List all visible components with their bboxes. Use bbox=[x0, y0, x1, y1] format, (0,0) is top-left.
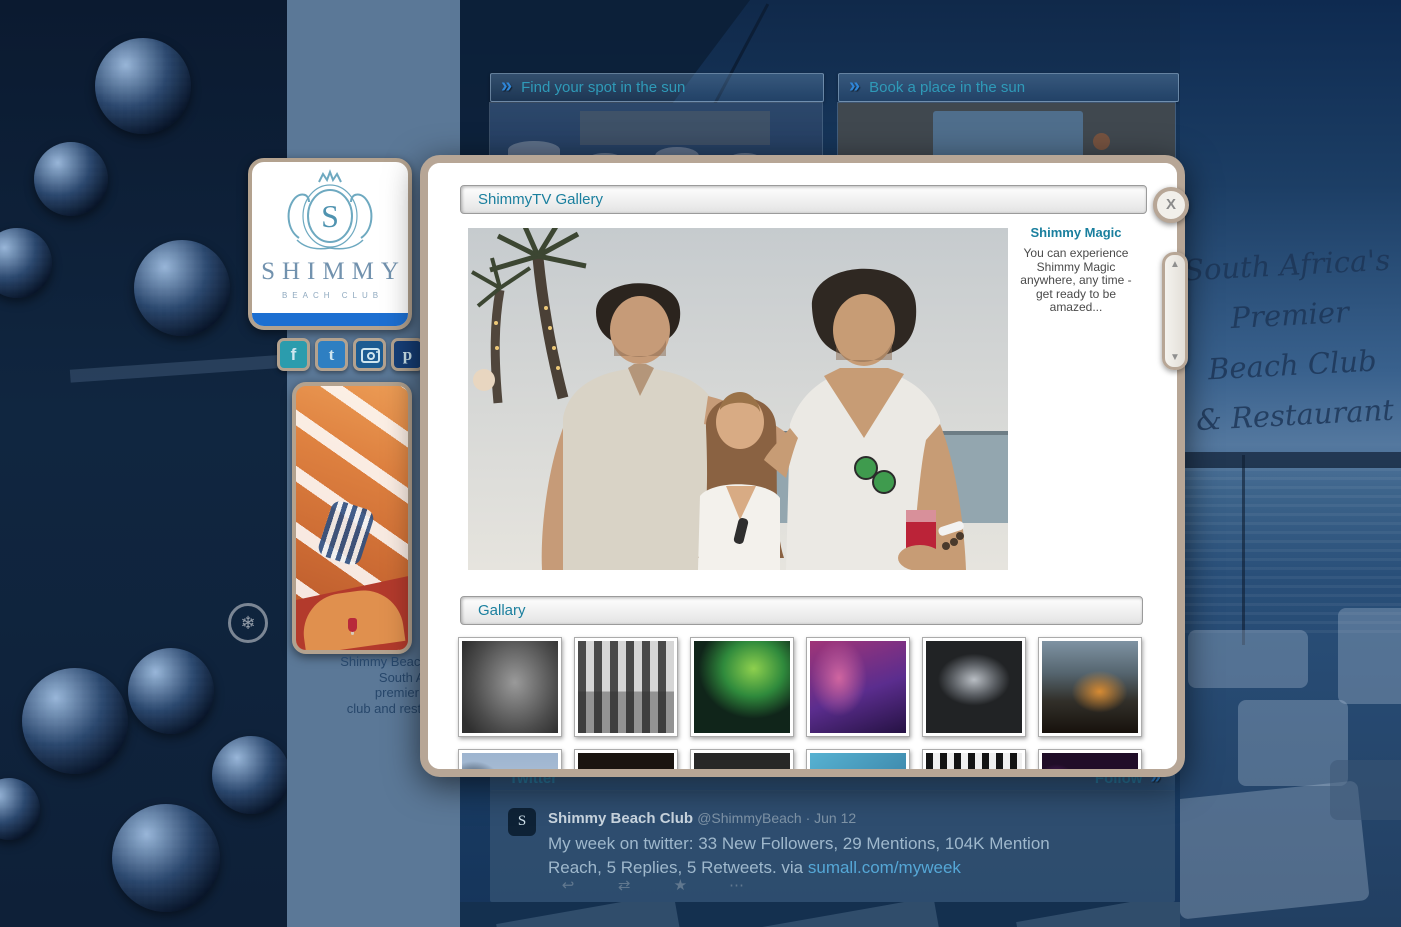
tweet-text: My week on twitter: 33 New Followers, 29… bbox=[548, 832, 1148, 880]
shimmy-logo-card[interactable]: S SHIMMY BEACH CLUB bbox=[248, 158, 412, 330]
tweet-line2: Reach, 5 Replies, 5 Retweets. via bbox=[548, 858, 808, 877]
tagline-handwriting: South Africa's Premier Beach Club & Rest… bbox=[1180, 235, 1401, 446]
gallery-title: Gallary bbox=[478, 602, 526, 619]
ottoman bbox=[1330, 760, 1401, 820]
tweet-handle[interactable]: @ShimmyBeach · Jun 12 bbox=[697, 810, 856, 826]
gallery-thumb-dark-crowd[interactable] bbox=[574, 749, 678, 769]
shimmy-beach-club-page: ❄ » Find your spot in the sun » Book a p… bbox=[0, 0, 1401, 927]
background-sea-photo bbox=[1180, 0, 1401, 927]
wine-glass bbox=[348, 618, 357, 632]
orange-umbrella bbox=[1093, 133, 1110, 150]
gallery-thumb-bw-catwalk[interactable] bbox=[458, 637, 562, 737]
scroll-down-icon[interactable]: ▼ bbox=[1165, 352, 1185, 363]
retweet-icon[interactable]: ⇄ bbox=[598, 876, 650, 894]
gallery-thumb-bw-night[interactable] bbox=[690, 749, 794, 769]
panel-label: Find your spot in the sun bbox=[521, 79, 685, 96]
svg-text:S: S bbox=[321, 198, 339, 234]
gallery-thumb-champagne-bucket[interactable] bbox=[922, 637, 1026, 737]
gallery-thumb-fashion-show[interactable] bbox=[806, 637, 910, 737]
more-icon[interactable]: ⋯ bbox=[711, 876, 763, 894]
lounge-sofa bbox=[1188, 630, 1308, 688]
shimmy-crest: S bbox=[275, 168, 385, 256]
disco-ball bbox=[112, 804, 220, 912]
tweet-separator: · bbox=[806, 810, 811, 826]
tweet-actions: ↩ ⇄ ★ ⋯ bbox=[542, 876, 763, 894]
bottom-photo-strip bbox=[460, 902, 1180, 927]
brand-name: SHIMMY bbox=[252, 258, 408, 286]
panel-header-book-a-place[interactable]: » Book a place in the sun bbox=[838, 73, 1179, 102]
modal-title-bar: ShimmyTV Gallery bbox=[460, 185, 1147, 214]
disco-ball bbox=[0, 778, 40, 840]
gallery-thumb-bw-stripes[interactable] bbox=[922, 749, 1026, 769]
gallery-thumb-sky-palm[interactable] bbox=[458, 749, 562, 769]
gallery-thumb-venue-dusk[interactable] bbox=[1038, 637, 1142, 737]
tweet-author[interactable]: Shimmy Beach Club @ShimmyBeach · Jun 12 bbox=[548, 810, 856, 827]
modal-scrollbar[interactable]: ▲ ▼ bbox=[1162, 252, 1188, 370]
modal-content: ShimmyTV Gallery bbox=[428, 163, 1177, 769]
tweet-avatar[interactable]: S bbox=[508, 808, 536, 836]
panel-label: Book a place in the sun bbox=[869, 79, 1025, 96]
scroll-up-icon[interactable]: ▲ bbox=[1165, 259, 1185, 270]
reply-icon[interactable]: ↩ bbox=[542, 876, 594, 894]
snowflake-icon: ❄ bbox=[228, 603, 268, 643]
gallery-title-bar: Gallary bbox=[460, 596, 1143, 625]
disco-ball bbox=[22, 668, 128, 774]
aside-body: You can experience Shimmy Magic anywhere… bbox=[1020, 247, 1132, 315]
aside-title: Shimmy Magic bbox=[1020, 225, 1132, 240]
panel-header-find-your-spot[interactable]: » Find your spot in the sun bbox=[490, 73, 824, 102]
sidebar-photo-sunbathers[interactable] bbox=[292, 382, 412, 654]
tweet-handle-text[interactable]: @ShimmyBeach bbox=[697, 810, 801, 826]
tweet-link[interactable]: sumall.com/myweek bbox=[808, 858, 961, 877]
social-icons: f t p bbox=[277, 338, 429, 371]
disco-ball bbox=[0, 228, 52, 298]
gallery-thumb-purple-night[interactable] bbox=[1038, 749, 1142, 769]
club-building bbox=[580, 111, 770, 145]
shimmytv-gallery-modal: X ▲ ▼ ShimmyTV Gallery bbox=[420, 155, 1185, 777]
instagram-icon[interactable] bbox=[353, 338, 386, 371]
close-button[interactable]: X bbox=[1153, 187, 1189, 223]
chevron-icon: » bbox=[849, 75, 860, 98]
facebook-icon[interactable]: f bbox=[277, 338, 310, 371]
railing bbox=[70, 354, 287, 382]
tweet-line1: My week on twitter: 33 New Followers, 29… bbox=[548, 834, 1050, 853]
background-club-photo: ❄ bbox=[0, 0, 287, 927]
tweet-author-name[interactable]: Shimmy Beach Club bbox=[548, 810, 693, 827]
gallery-thumb-teal-portrait[interactable] bbox=[806, 749, 910, 769]
gallery-thumb-striped-bar[interactable] bbox=[574, 637, 678, 737]
tweet-card: S Shimmy Beach Club @ShimmyBeach · Jun 1… bbox=[490, 790, 1175, 902]
camera-glyph bbox=[361, 348, 380, 363]
chevron-icon: » bbox=[501, 75, 512, 98]
modal-title: ShimmyTV Gallery bbox=[478, 191, 603, 208]
disco-ball bbox=[95, 38, 191, 134]
logo-blue-bar bbox=[252, 313, 408, 326]
tweet-date[interactable]: Jun 12 bbox=[814, 810, 856, 826]
lounge-sofa bbox=[1338, 608, 1401, 704]
flag-pole bbox=[1242, 455, 1245, 645]
disco-ball bbox=[128, 648, 214, 734]
disco-ball bbox=[34, 142, 108, 216]
shimmy-magic-aside: Shimmy Magic You can experience Shimmy M… bbox=[1020, 225, 1132, 315]
gallery-main-photo[interactable] bbox=[468, 228, 1008, 570]
brand-subtitle: BEACH CLUB bbox=[252, 291, 408, 300]
gallery-thumb-green-party[interactable] bbox=[690, 637, 794, 737]
twitter-icon[interactable]: t bbox=[315, 338, 348, 371]
disco-ball bbox=[212, 736, 287, 814]
favorite-star-icon[interactable]: ★ bbox=[654, 876, 706, 894]
disco-ball bbox=[134, 240, 230, 336]
shoreline bbox=[1180, 452, 1401, 468]
